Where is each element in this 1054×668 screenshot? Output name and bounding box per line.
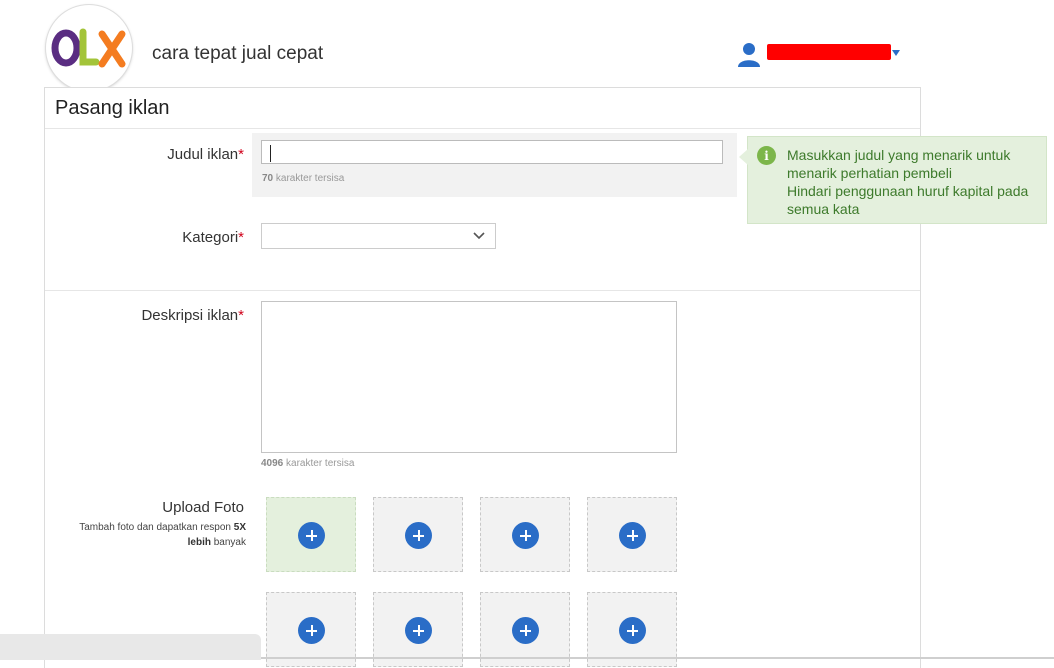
olx-logo-mark bbox=[51, 28, 126, 68]
bottom-scrollbar[interactable] bbox=[0, 634, 261, 660]
upload-hint: Tambah foto dan dapatkan respon 5X lebih … bbox=[46, 520, 246, 550]
judul-counter: 70 karakter tersisa bbox=[262, 173, 344, 184]
photo-slot[interactable] bbox=[373, 592, 463, 667]
upload-label: Upload Foto bbox=[162, 499, 244, 516]
tip-line: Hindari penggunaan huruf kapital pada bbox=[787, 183, 1029, 199]
page-title: Pasang iklan bbox=[55, 97, 170, 119]
divider bbox=[45, 290, 920, 291]
upload-hint-bold1: 5X bbox=[233, 522, 246, 533]
judul-counter-number: 70 bbox=[262, 173, 274, 184]
deskripsi-textarea[interactable] bbox=[261, 301, 677, 453]
deskripsi-label: Deskripsi iklan* bbox=[141, 307, 244, 324]
text-cursor bbox=[270, 145, 271, 162]
add-photo-icon[interactable] bbox=[619, 522, 646, 549]
divider bbox=[45, 128, 920, 129]
add-photo-icon[interactable] bbox=[512, 617, 539, 644]
deskripsi-counter-text: karakter tersisa bbox=[283, 458, 355, 469]
upload-hint-bold2: lebih bbox=[187, 537, 211, 548]
deskripsi-counter: 4096 karakter tersisa bbox=[261, 458, 354, 469]
judul-label: Judul iklan* bbox=[167, 146, 244, 163]
upload-hint-pre: Tambah foto dan dapatkan respon bbox=[79, 522, 234, 533]
site-tagline: cara tepat jual cepat bbox=[152, 43, 324, 64]
photo-slot[interactable] bbox=[480, 497, 570, 572]
add-photo-icon[interactable] bbox=[298, 522, 325, 549]
add-photo-icon[interactable] bbox=[619, 617, 646, 644]
judul-label-text: Judul iklan bbox=[167, 146, 239, 163]
kategori-select[interactable] bbox=[261, 223, 496, 249]
chevron-down-icon[interactable] bbox=[892, 50, 900, 56]
tip-text: Masukkan judul yang menarik untuk menari… bbox=[787, 146, 1042, 218]
required-mark: * bbox=[238, 307, 244, 324]
photo-slot[interactable] bbox=[480, 592, 570, 667]
info-icon: i bbox=[757, 146, 776, 165]
bottom-edge bbox=[261, 657, 1054, 659]
required-mark: * bbox=[238, 229, 244, 246]
photo-slot[interactable] bbox=[587, 592, 677, 667]
photo-slot[interactable] bbox=[266, 497, 356, 572]
photo-slot[interactable] bbox=[266, 592, 356, 667]
upload-hint-post: banyak bbox=[210, 537, 246, 548]
add-photo-icon[interactable] bbox=[298, 617, 325, 644]
photo-slot[interactable] bbox=[587, 497, 677, 572]
judul-field-group: 70 karakter tersisa bbox=[252, 133, 737, 197]
photo-slot[interactable] bbox=[373, 497, 463, 572]
deskripsi-counter-number: 4096 bbox=[261, 458, 284, 469]
tip-line: semua kata bbox=[787, 201, 860, 217]
add-photo-icon[interactable] bbox=[512, 522, 539, 549]
add-photo-icon[interactable] bbox=[405, 522, 432, 549]
kategori-label: Kategori* bbox=[182, 229, 244, 246]
add-photo-icon[interactable] bbox=[405, 617, 432, 644]
judul-counter-text: karakter tersisa bbox=[273, 173, 345, 184]
required-mark: * bbox=[238, 146, 244, 163]
deskripsi-label-text: Deskripsi iklan bbox=[141, 307, 239, 324]
tip-line: menarik perhatian pembeli bbox=[787, 165, 952, 181]
olx-logo[interactable] bbox=[46, 5, 132, 91]
kategori-label-text: Kategori bbox=[182, 229, 239, 246]
judul-tip-tooltip: i Masukkan judul yang menarik untuk mena… bbox=[739, 136, 1047, 224]
judul-input[interactable] bbox=[261, 140, 723, 164]
tip-line: Masukkan judul yang menarik untuk bbox=[787, 147, 1011, 163]
user-icon bbox=[738, 43, 760, 67]
chevron-down-icon bbox=[473, 232, 485, 240]
username-redacted bbox=[767, 44, 891, 60]
